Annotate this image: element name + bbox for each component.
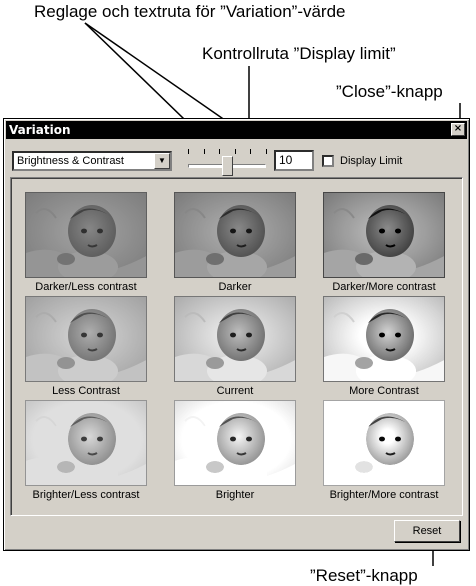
slider-thumb[interactable]: [222, 156, 233, 176]
baby-photo-image: [26, 297, 146, 381]
slider-tick: [188, 149, 189, 154]
reset-label: Reset: [412, 525, 442, 537]
variation-value: 10: [279, 153, 293, 167]
baby-photo[interactable]: [174, 400, 296, 486]
thumbnail-label: Brighter: [215, 489, 255, 501]
thumbnail-label: Brighter/More contrast: [329, 489, 439, 501]
variation-thumbnail[interactable]: Current: [165, 296, 305, 398]
baby-photo[interactable]: [323, 400, 445, 486]
variation-panel: Darker/Less contrast Darker Darker/More …: [10, 177, 463, 516]
callout-slider-text: Reglage och textruta för ”Variation”-vär…: [34, 2, 346, 21]
baby-photo-image: [175, 193, 295, 277]
window-title: Variation: [9, 123, 71, 137]
variation-thumbnail[interactable]: Less Contrast: [16, 296, 156, 398]
baby-photo-image: [324, 297, 444, 381]
variation-thumbnail[interactable]: Brighter: [165, 400, 305, 502]
chevron-down-icon[interactable]: ▼: [154, 153, 170, 169]
baby-photo[interactable]: [323, 192, 445, 278]
thumbnail-label: Darker/Less contrast: [35, 281, 137, 293]
variation-window: Variation × Brightness & Contrast ▼ 10 D…: [3, 118, 470, 551]
variation-value-field[interactable]: 10: [274, 150, 314, 171]
callout-reset: ”Reset”-knapp: [310, 566, 418, 585]
variation-thumbnail[interactable]: More Contrast: [314, 296, 454, 398]
thumbnail-label: Current: [216, 385, 254, 397]
baby-photo-image: [26, 193, 146, 277]
mode-select-value: Brightness & Contrast: [17, 155, 124, 167]
baby-photo[interactable]: [323, 296, 445, 382]
baby-photo[interactable]: [25, 400, 147, 486]
mode-select[interactable]: Brightness & Contrast ▼: [12, 151, 172, 171]
baby-photo-image: [175, 297, 295, 381]
slider-tick: [250, 149, 252, 154]
variation-thumbnail[interactable]: Brighter/Less contrast: [16, 400, 156, 502]
callout-close: ”Close”-knapp: [336, 82, 443, 101]
variation-thumbnail[interactable]: Darker/Less contrast: [16, 192, 156, 294]
variation-thumbnail[interactable]: Darker/More contrast: [314, 192, 454, 294]
baby-photo[interactable]: [174, 296, 296, 382]
toolbar: Brightness & Contrast ▼ 10 Display Limit: [12, 145, 461, 176]
thumbnail-label: Darker/More contrast: [332, 281, 436, 293]
variation-slider[interactable]: [184, 147, 270, 176]
baby-photo-image: [175, 401, 295, 485]
display-limit-checkbox[interactable]: [322, 155, 334, 167]
reset-button[interactable]: Reset: [394, 520, 460, 542]
thumbnail-label: Darker: [218, 281, 252, 293]
variation-thumbnail[interactable]: Brighter/More contrast: [314, 400, 454, 502]
title-bar[interactable]: Variation ×: [6, 121, 467, 139]
thumbnail-grid: Darker/Less contrast Darker Darker/More …: [16, 192, 456, 502]
close-icon: ×: [453, 123, 463, 134]
callout-display-limit: Kontrollruta ”Display limit”: [202, 44, 396, 63]
thumbnail-label: More Contrast: [349, 385, 419, 397]
slider-tick: [234, 149, 236, 154]
baby-photo-image: [324, 401, 444, 485]
slider-tick: [219, 149, 221, 154]
close-button[interactable]: ×: [451, 123, 465, 136]
baby-photo[interactable]: [174, 192, 296, 278]
slider-tick: [203, 149, 205, 154]
slider-ticks: [188, 149, 267, 155]
display-limit-label[interactable]: Display Limit: [340, 154, 402, 168]
thumbnail-label: Less Contrast: [52, 385, 120, 397]
slider-tick: [266, 149, 267, 154]
baby-photo-image: [26, 401, 146, 485]
baby-photo-image: [324, 193, 444, 277]
baby-photo[interactable]: [25, 296, 147, 382]
variation-thumbnail[interactable]: Darker: [165, 192, 305, 294]
baby-photo[interactable]: [25, 192, 147, 278]
thumbnail-label: Brighter/Less contrast: [32, 489, 140, 501]
